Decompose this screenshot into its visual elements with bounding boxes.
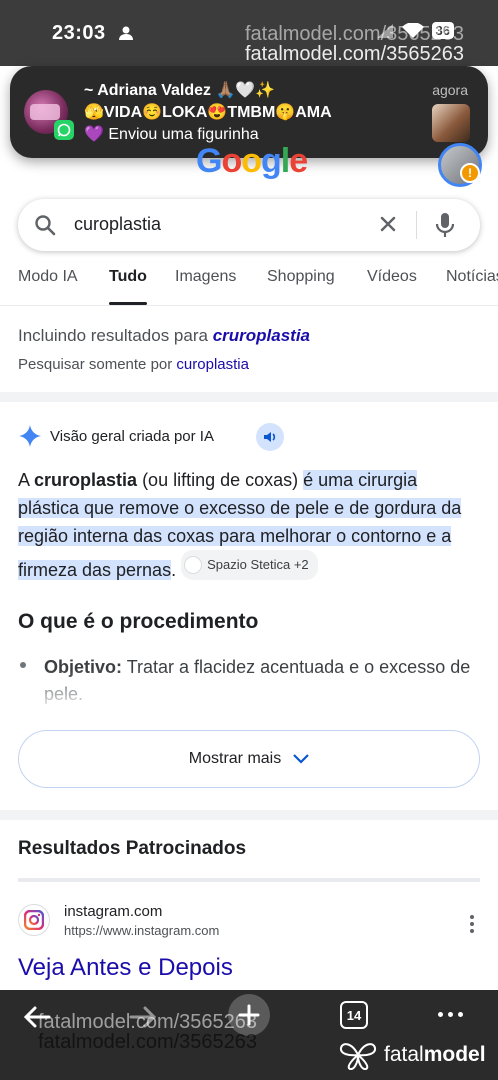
search-icon[interactable] [34, 214, 56, 236]
watermark-bottom: fatalmodel.com/3565263 fatalmodel.com/35… [38, 1011, 258, 1053]
search-tabs: Modo IA Tudo Imagens Shopping Vídeos Not… [0, 266, 498, 306]
sticker-thumbnail [432, 104, 470, 142]
whatsapp-icon [54, 120, 74, 140]
show-more-button[interactable]: Mostrar mais [18, 730, 480, 788]
butterfly-icon [339, 1043, 377, 1070]
ad-url[interactable]: https://www.instagram.com [64, 923, 219, 938]
person-icon [119, 26, 133, 40]
notification-message: 💜 Enviou uma figurinha [84, 126, 259, 143]
ad-title-link[interactable]: Veja Antes e Depois [18, 954, 233, 982]
tab-imagens[interactable]: Imagens [175, 268, 236, 286]
alert-badge-icon: ! [460, 163, 480, 183]
section-separator-2 [0, 810, 498, 820]
source-chip[interactable]: Spazio Stetica +2 [181, 550, 318, 580]
ai-overview-text: A cruroplastia (ou lifting de coxas) é u… [18, 470, 462, 580]
notification-sender: ~ Adriana Valdez 🙏🏽🤍✨ [84, 82, 276, 99]
search-divider [416, 211, 417, 239]
microphone-icon[interactable] [434, 212, 456, 238]
more-horiz-icon[interactable] [438, 1012, 463, 1017]
notification-time: agora [432, 82, 468, 98]
procedure-heading: O que é o procedimento [18, 610, 259, 633]
active-tab-indicator [109, 302, 147, 305]
tab-noticias[interactable]: Notícias [446, 268, 498, 286]
tab-modo-ia[interactable]: Modo IA [18, 268, 78, 286]
search-box[interactable]: curoplastia [18, 199, 480, 251]
status-time: 23:03 [52, 22, 106, 44]
tab-shopping[interactable]: Shopping [267, 268, 335, 286]
source-favicon-icon [184, 556, 203, 574]
more-vert-icon[interactable] [466, 914, 478, 934]
fatalmodel-logo: fatalmodel [338, 1040, 486, 1070]
clear-icon[interactable] [378, 214, 398, 234]
instagram-icon[interactable] [18, 904, 50, 936]
search-original: Pesquisar somente por curoplastia [18, 356, 249, 373]
sponsored-heading: Resultados Patrocinados [18, 838, 247, 859]
text-fade [0, 670, 498, 712]
chevron-down-icon [293, 754, 309, 764]
corrected-term-link[interactable]: cruroplastia [213, 326, 310, 345]
notification-status: 🫣VIDA☺️LOKA😍TMBM🤫AMA [84, 104, 332, 121]
ai-sparkle-icon [19, 425, 41, 447]
google-logo[interactable]: Google [196, 142, 308, 181]
tab-switcher-button[interactable]: 14 [340, 1001, 368, 1029]
sponsored-divider [18, 878, 480, 882]
original-term-link[interactable]: curoplastia [176, 356, 249, 373]
ai-overview-header: Visão geral criada por IA [50, 428, 214, 445]
bullet-dot [20, 662, 26, 668]
section-separator [0, 392, 498, 402]
tab-tudo[interactable]: Tudo [109, 268, 147, 286]
tab-videos[interactable]: Vídeos [367, 268, 417, 286]
spelling-correction: Incluindo resultados para cruroplastia [18, 326, 310, 345]
search-input[interactable]: curoplastia [74, 214, 161, 235]
watermark-top: fatalmodel.com/3565263 fatalmodel.com/35… [244, 23, 464, 65]
ad-domain[interactable]: instagram.com [64, 903, 162, 920]
speaker-icon[interactable] [256, 423, 284, 451]
